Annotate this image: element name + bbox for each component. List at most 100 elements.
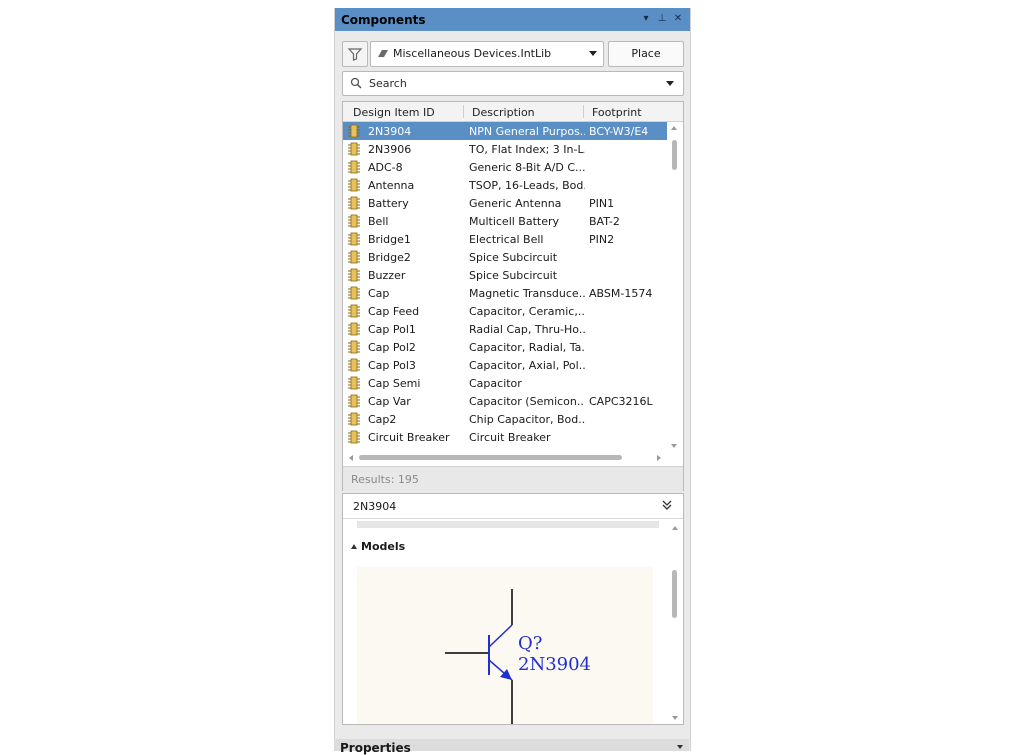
results-bar: Results: 195 — [343, 466, 683, 491]
table-row[interactable]: Bridge1 Electrical Bell PIN2 — [343, 230, 667, 248]
cell-description: Chip Capacitor, Bod... — [469, 413, 585, 426]
table-row[interactable]: Bridge2 Spice Subcircuit — [343, 248, 667, 266]
table-row[interactable]: Cap Pol1 Radial Cap, Thru-Ho... — [343, 320, 667, 338]
chevron-down-icon[interactable] — [677, 745, 683, 749]
close-icon[interactable]: ✕ — [672, 13, 684, 24]
cell-description: Capacitor (Semicon... — [469, 395, 585, 408]
search-input[interactable]: Search — [342, 71, 684, 96]
component-icon — [347, 250, 361, 267]
cell-footprint: BCY-W3/E4 — [589, 125, 649, 138]
filter-icon — [347, 48, 363, 61]
cell-design-item-id: Cap Feed — [368, 305, 420, 318]
expand-triangle-icon — [351, 544, 357, 549]
table-row[interactable]: Buzzer Spice Subcircuit — [343, 266, 667, 284]
table-row[interactable]: Cap Var Capacitor (Semicon... CAPC3216L — [343, 392, 667, 410]
panel-title: Components — [341, 13, 426, 27]
cell-design-item-id: Battery — [368, 197, 409, 210]
component-icon — [347, 232, 361, 249]
scroll-left-icon[interactable] — [349, 455, 353, 461]
component-icon — [347, 376, 361, 393]
library-icon — [378, 50, 388, 57]
component-icon — [347, 142, 361, 159]
collapse-icon[interactable] — [661, 499, 673, 511]
component-icon — [347, 268, 361, 285]
table-horizontal-scrollbar[interactable] — [343, 452, 667, 464]
selected-component-name: 2N3904 — [353, 500, 397, 513]
component-icon — [347, 412, 361, 429]
table-row[interactable]: Cap2 Chip Capacitor, Bod... — [343, 410, 667, 428]
column-divider[interactable] — [463, 105, 464, 118]
models-section-header[interactable]: Models — [351, 540, 405, 553]
properties-label: Properties — [340, 741, 411, 755]
table-row[interactable]: Battery Generic Antenna PIN1 — [343, 194, 667, 212]
table-vertical-scrollbar[interactable] — [668, 122, 681, 452]
cell-footprint: BAT-2 — [589, 215, 620, 228]
table-row[interactable]: 2N3906 TO, Flat Index; 3 In-L... — [343, 140, 667, 158]
filter-button[interactable] — [342, 41, 368, 67]
pin-icon[interactable]: ⊥ — [656, 13, 668, 24]
cell-design-item-id: Cap Pol1 — [368, 323, 416, 336]
table-header: Design Item ID Description Footprint — [343, 102, 683, 122]
table-row[interactable]: Bell Multicell Battery BAT-2 — [343, 212, 667, 230]
cell-design-item-id: Cap — [368, 287, 390, 300]
table-row[interactable]: Cap Pol3 Capacitor, Axial, Pol... — [343, 356, 667, 374]
table-row[interactable]: Antenna TSOP, 16-Leads, Bod... — [343, 176, 667, 194]
table-row[interactable]: Cap Feed Capacitor, Ceramic,... — [343, 302, 667, 320]
transistor-symbol: Q? 2N3904 — [445, 589, 591, 724]
component-icon — [347, 286, 361, 303]
table-row[interactable]: Circuit Breaker Circuit Breaker — [343, 428, 667, 446]
cell-design-item-id: Cap Var — [368, 395, 411, 408]
collector-line — [488, 624, 513, 648]
cell-description: Capacitor, Axial, Pol... — [469, 359, 585, 372]
component-icon — [347, 394, 361, 411]
place-button[interactable]: Place — [608, 41, 684, 67]
symbol-preview: Q? 2N3904 — [357, 567, 653, 724]
cell-design-item-id: 2N3906 — [368, 143, 412, 156]
table-body: 2N3904 NPN General Purpos... BCY-W3/E4 2N39… — [343, 122, 667, 452]
scroll-down-icon[interactable] — [672, 716, 678, 720]
column-design-item-id[interactable]: Design Item ID — [353, 106, 435, 119]
search-dropdown-icon[interactable] — [666, 81, 674, 86]
component-icon — [347, 214, 361, 231]
cell-description: Electrical Bell — [469, 233, 544, 246]
cell-description: Multicell Battery — [469, 215, 560, 228]
cell-design-item-id: Cap Semi — [368, 377, 421, 390]
cell-description: Capacitor — [469, 377, 522, 390]
component-icon — [347, 124, 361, 141]
cell-design-item-id: ADC-8 — [368, 161, 403, 174]
column-divider[interactable] — [583, 105, 584, 118]
scroll-thumb[interactable] — [672, 570, 677, 618]
scroll-up-icon[interactable] — [672, 526, 678, 530]
component-icon — [347, 304, 361, 321]
symbol-comment: 2N3904 — [518, 654, 591, 675]
cell-description: Spice Subcircuit — [469, 269, 558, 282]
cell-description: TSOP, 16-Leads, Bod... — [469, 179, 585, 192]
column-footprint[interactable]: Footprint — [592, 106, 642, 119]
details-vertical-scrollbar[interactable] — [669, 522, 681, 722]
properties-panel-tab[interactable]: Properties — [334, 739, 689, 755]
cell-description: Capacitor, Radial, Ta... — [469, 341, 585, 354]
table-row[interactable]: Cap Pol2 Capacitor, Radial, Ta... — [343, 338, 667, 356]
scroll-right-icon[interactable] — [657, 455, 661, 461]
panel-menu-icon[interactable]: ▾ — [640, 13, 652, 24]
cell-design-item-id: Cap Pol3 — [368, 359, 416, 372]
library-select[interactable]: Miscellaneous Devices.IntLib — [370, 41, 604, 67]
component-icon — [347, 322, 361, 339]
cell-design-item-id: Antenna — [368, 179, 415, 192]
results-count: Results: 195 — [351, 473, 419, 486]
table-row[interactable]: Cap Magnetic Transduce... ABSM-1574 — [343, 284, 667, 302]
cell-design-item-id: Cap2 — [368, 413, 397, 426]
scroll-up-icon[interactable] — [671, 126, 677, 130]
cell-design-item-id: Bridge2 — [368, 251, 411, 264]
scroll-thumb[interactable] — [359, 455, 622, 460]
table-row[interactable]: Cap Semi Capacitor — [343, 374, 667, 392]
table-row[interactable]: ADC-8 Generic 8-Bit A/D C... — [343, 158, 667, 176]
cell-design-item-id: Bridge1 — [368, 233, 411, 246]
scroll-down-icon[interactable] — [671, 444, 677, 448]
details-header: 2N3904 — [343, 494, 683, 519]
parameters-section-cutoff — [357, 521, 659, 528]
column-description[interactable]: Description — [472, 106, 535, 119]
component-icon — [347, 358, 361, 375]
table-row[interactable]: 2N3904 NPN General Purpos... BCY-W3/E4 — [343, 122, 667, 140]
scroll-thumb[interactable] — [672, 140, 677, 170]
